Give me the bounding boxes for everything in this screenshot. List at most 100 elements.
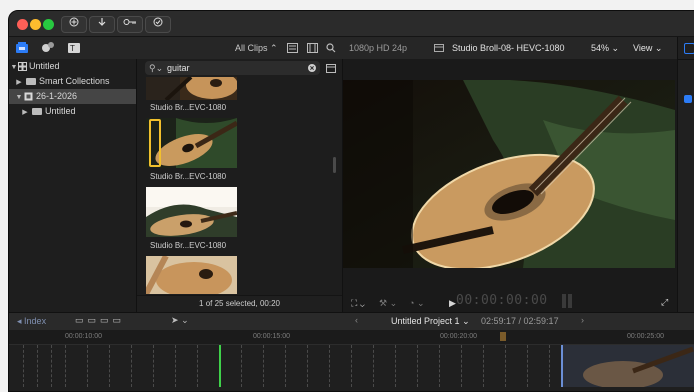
video-frame-image bbox=[343, 80, 675, 268]
timeline-gridline bbox=[175, 345, 176, 387]
down-arrow-icon bbox=[98, 18, 106, 26]
sidebar-item-label: Untitled bbox=[45, 106, 76, 116]
timeline-gridline bbox=[417, 345, 418, 387]
inspector-checkbox[interactable] bbox=[684, 95, 692, 103]
filter-window-icon[interactable] bbox=[326, 64, 336, 73]
timeline-clip[interactable] bbox=[561, 345, 694, 389]
chevron-down-icon: ⌄ bbox=[462, 316, 470, 326]
timeline-gridline bbox=[307, 345, 308, 387]
arrow-tool-icon: ➤ bbox=[171, 315, 179, 325]
key-icon bbox=[123, 19, 136, 25]
browser-toolbar: T All Clips ⌃ bbox=[9, 37, 342, 60]
chevron-left-icon: ‹ bbox=[355, 315, 358, 325]
timeline-toolbar: ◂ Index ▭▭▭▭ ➤ ⌄ ‹ Untitled Project 1 ⌄ … bbox=[9, 312, 694, 331]
chevron-down-icon: ⌄ bbox=[654, 43, 663, 53]
clip-label: Studio Br...EVC-1080 bbox=[150, 172, 227, 181]
chevron-right-icon: › bbox=[581, 315, 584, 325]
clip-appearance-icon[interactable] bbox=[287, 43, 298, 53]
checkmark-circle-icon bbox=[153, 17, 163, 27]
disclosure-triangle-icon[interactable]: ▶ bbox=[21, 105, 29, 120]
clip-label: Studio Br...EVC-1080 bbox=[150, 241, 227, 250]
retime-menu[interactable]: ◔ ⌄ bbox=[409, 298, 425, 309]
audio-meter-right bbox=[568, 294, 572, 308]
clip-browser: ⚲⌄ guitar Studio Br...EVC-1080 Studio Br… bbox=[137, 59, 342, 312]
timeline-gridline bbox=[65, 345, 66, 387]
titles-generators-icon[interactable]: T bbox=[67, 41, 81, 54]
download-button[interactable] bbox=[89, 16, 115, 33]
overwrite-clip-icon: ▭ bbox=[112, 315, 126, 325]
keyword-button[interactable] bbox=[117, 16, 143, 33]
chevron-down-icon: ⌄ bbox=[359, 298, 365, 308]
clip-icon bbox=[434, 44, 444, 52]
inspector bbox=[677, 37, 694, 312]
libraries-icon[interactable] bbox=[15, 41, 29, 54]
minimize-window-button[interactable] bbox=[30, 19, 41, 30]
import-media-button[interactable] bbox=[61, 16, 87, 33]
timeline-clip-thumbnail bbox=[563, 345, 694, 389]
playhead[interactable] bbox=[219, 345, 221, 387]
disclosure-triangle-icon[interactable]: ▼ bbox=[15, 90, 23, 105]
enhance-menu[interactable]: ⚒ ⌄ bbox=[379, 298, 397, 309]
browser-scrollbar[interactable] bbox=[333, 157, 336, 173]
project-name: Untitled Project 1 bbox=[391, 316, 460, 326]
index-button[interactable]: ◂ Index bbox=[17, 316, 46, 327]
clip-thumbnail[interactable] bbox=[146, 256, 237, 294]
viewer-frame bbox=[343, 80, 675, 268]
ruler-mark: 00:00:10:00 bbox=[65, 333, 102, 340]
filmstrip-icon[interactable] bbox=[307, 43, 318, 53]
timeline-gridline bbox=[329, 345, 330, 387]
clip-image bbox=[146, 187, 237, 237]
import-icon bbox=[69, 17, 79, 27]
sidebar-item-label: 26-1-2026 bbox=[36, 91, 78, 101]
sidebar-item-library[interactable]: ▼ Untitled bbox=[9, 59, 136, 74]
timeline-gridline bbox=[153, 345, 154, 387]
svg-text:T: T bbox=[70, 44, 75, 53]
clip-label: Studio Br...EVC-1080 bbox=[150, 103, 227, 112]
clip-thumbnail[interactable] bbox=[146, 77, 237, 100]
timeline-gridline bbox=[263, 345, 264, 387]
sidebar-item-event[interactable]: ▼ 26-1-2026 bbox=[9, 89, 136, 104]
disclosure-triangle-icon[interactable]: ▶ bbox=[15, 75, 23, 90]
timeline-gridline bbox=[373, 345, 374, 387]
title-bar bbox=[9, 11, 694, 37]
inspector-divider bbox=[678, 59, 694, 60]
timeline-gridline bbox=[131, 345, 132, 387]
clip-image bbox=[146, 256, 237, 294]
clear-search-icon[interactable] bbox=[308, 64, 316, 72]
timeline-ruler[interactable]: 00:00:10:00 00:00:15:00 00:00:20:00 00:0… bbox=[9, 330, 694, 345]
timeline-gridline bbox=[395, 345, 396, 387]
tool-menu[interactable]: ➤ ⌄ bbox=[171, 315, 189, 326]
project-popup[interactable]: Untitled Project 1 ⌄ bbox=[391, 316, 470, 327]
clip-thumbnail-selected[interactable] bbox=[146, 118, 237, 168]
sidebar-item-project-folder[interactable]: ▶ Untitled bbox=[9, 104, 136, 119]
background-tasks-button[interactable] bbox=[145, 16, 171, 33]
viewer-clip-title: Studio Broll-08- HEVC-1080 bbox=[452, 43, 565, 53]
chevron-updown-icon: ⌃ bbox=[270, 43, 278, 53]
history-back-button[interactable]: ‹ bbox=[355, 315, 358, 325]
selection-range[interactable] bbox=[149, 119, 161, 167]
history-forward-button[interactable]: › bbox=[581, 315, 584, 325]
sidebar-item-smart-collections[interactable]: ▶ Smart Collections bbox=[9, 74, 136, 89]
viewer-controls: ⛶ ⌄ ⚒ ⌄ ◔ ⌄ ▶ 00:00:00:00 ⤢ bbox=[343, 293, 677, 312]
connect-clip-icon: ▭ bbox=[75, 315, 88, 325]
fullscreen-button[interactable]: ⤢ bbox=[661, 297, 668, 308]
close-window-button[interactable] bbox=[17, 19, 28, 30]
zoom-popup[interactable]: 54% ⌄ bbox=[591, 43, 619, 54]
inspector-tab-icon[interactable] bbox=[684, 43, 694, 54]
edit-buttons[interactable]: ▭▭▭▭ bbox=[75, 315, 125, 326]
magic-wand-icon: ⚒ bbox=[379, 298, 388, 308]
view-menu[interactable]: View ⌄ bbox=[633, 43, 662, 54]
timeline-gridline bbox=[37, 345, 38, 387]
clip-thumbnail[interactable] bbox=[146, 187, 237, 237]
clip-image bbox=[146, 77, 237, 100]
disclosure-triangle-icon[interactable]: ▼ bbox=[10, 60, 18, 75]
photos-audio-icon[interactable] bbox=[41, 41, 55, 54]
play-button[interactable]: ▶ bbox=[449, 298, 456, 309]
zoom-window-button[interactable] bbox=[43, 19, 54, 30]
transform-tool-menu[interactable]: ⛶ ⌄ bbox=[351, 298, 365, 309]
search-icon[interactable] bbox=[326, 43, 336, 53]
search-field[interactable]: ⚲⌄ guitar bbox=[145, 61, 320, 75]
viewer: ⛶ ⌄ ⚒ ⌄ ◔ ⌄ ▶ 00:00:00:00 ⤢ bbox=[342, 59, 677, 312]
clip-filter-popup[interactable]: All Clips ⌃ bbox=[235, 43, 278, 54]
search-input[interactable]: guitar bbox=[167, 61, 190, 75]
